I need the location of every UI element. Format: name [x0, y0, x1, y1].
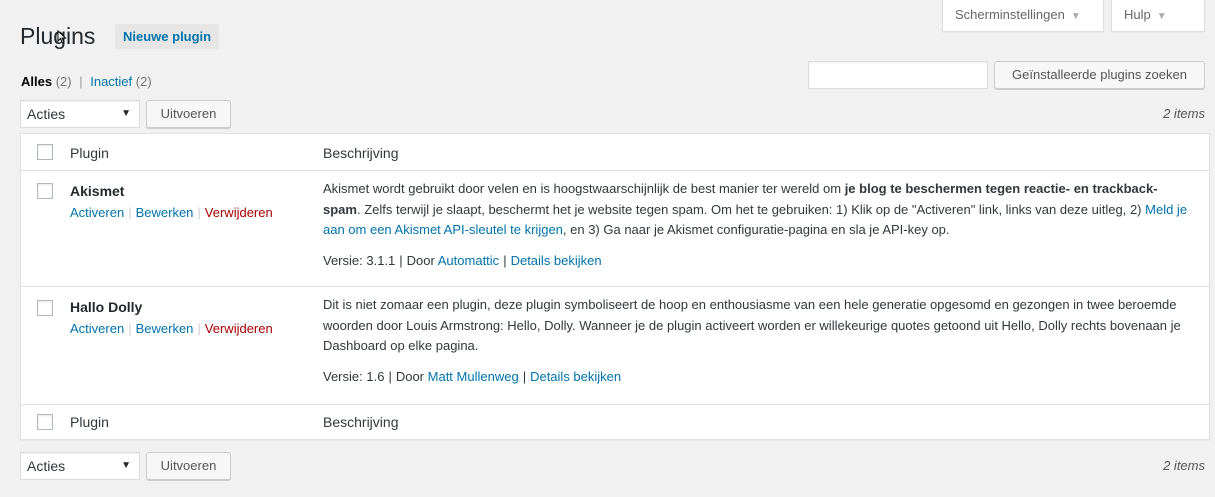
- filter-inactive-link[interactable]: Inactief: [90, 74, 132, 89]
- view-details-link[interactable]: Details bekijken: [530, 369, 621, 384]
- mouse-cursor-icon: [57, 30, 67, 44]
- apply-bulk-button-bottom[interactable]: Uitvoeren: [146, 452, 231, 480]
- plugin-meta: Versie: 3.1.1 | Door Automattic | Details be…: [323, 253, 602, 268]
- status-filters: Alles (2) | Inactief (2): [21, 74, 152, 89]
- plugin-checkbox[interactable]: [37, 300, 53, 316]
- delete-link[interactable]: Verwijderen: [205, 321, 273, 336]
- plugin-description: Dit is niet zomaar een plugin, deze plug…: [323, 295, 1195, 357]
- plugin-row-hello-dolly: Hallo Dolly Activeren | Bewerken | Verwijder…: [21, 287, 1209, 404]
- by-label: Door: [395, 369, 425, 384]
- screen-options-label: Scherminstellingen: [955, 7, 1065, 22]
- help-label: Hulp: [1124, 7, 1151, 22]
- view-details-link[interactable]: Details bekijken: [511, 253, 602, 268]
- filter-all-link[interactable]: Alles: [21, 74, 52, 89]
- edit-link[interactable]: Bewerken: [136, 205, 194, 220]
- bulk-actions-selected: Acties: [27, 458, 66, 474]
- column-header-description: Beschrijving: [323, 145, 399, 161]
- plugin-name: Akismet: [70, 183, 125, 199]
- description-text: . Zelfs terwijl je slaapt, beschermt het…: [356, 201, 1146, 217]
- table-footer-row: Plugin Beschrijving: [21, 404, 1209, 439]
- delete-link[interactable]: Verwijderen: [205, 205, 273, 220]
- filter-inactive-count: (2): [135, 74, 152, 89]
- meta-separator: |: [399, 253, 403, 268]
- plugin-name: Hallo Dolly: [70, 299, 143, 315]
- plugin-search-input[interactable]: [808, 61, 988, 89]
- plugin-description: Akismet wordt gebruikt door velen en is …: [323, 179, 1195, 241]
- column-footer-plugin[interactable]: Plugin: [70, 414, 109, 430]
- edit-link[interactable]: Bewerken: [136, 321, 194, 336]
- select-all-checkbox[interactable]: [37, 414, 53, 430]
- chevron-down-icon: ▼: [1070, 11, 1081, 22]
- column-header-plugin[interactable]: Plugin: [70, 145, 109, 161]
- search-plugins-button[interactable]: Geïnstalleerde plugins zoeken: [994, 61, 1205, 89]
- author-link[interactable]: Automattic: [438, 253, 499, 268]
- bulk-actions-select-bottom[interactable]: Acties ▼: [20, 452, 140, 480]
- select-all-checkbox[interactable]: [37, 144, 53, 160]
- add-new-plugin-button[interactable]: Nieuwe plugin: [115, 24, 220, 49]
- screen-options-tab[interactable]: Scherminstellingen ▼: [942, 0, 1104, 32]
- plugin-version: Versie: 1.6: [323, 369, 385, 384]
- description-text: Akismet wordt gebruikt door velen en is …: [323, 181, 845, 196]
- action-separator: |: [128, 321, 132, 336]
- filter-separator: |: [79, 74, 83, 89]
- meta-separator: |: [388, 369, 392, 384]
- plugin-row-actions: Activeren | Bewerken | Verwijderen: [70, 205, 273, 220]
- action-separator: |: [197, 321, 201, 336]
- filter-all-count: (2): [55, 74, 72, 89]
- apply-bulk-button-top[interactable]: Uitvoeren: [146, 100, 231, 128]
- bulk-actions-selected: Acties: [27, 106, 66, 122]
- chevron-down-icon: ▼: [1156, 11, 1167, 22]
- items-count-top: 2 items: [1163, 106, 1205, 121]
- by-label: Door: [406, 253, 435, 268]
- plugins-table: Plugin Beschrijving Akismet Activeren | Be…: [20, 133, 1210, 440]
- plugin-version: Versie: 3.1.1: [323, 253, 396, 268]
- activate-link[interactable]: Activeren: [70, 321, 124, 336]
- plugin-row-actions: Activeren | Bewerken | Verwijderen: [70, 321, 273, 336]
- action-separator: |: [197, 205, 201, 220]
- activate-link[interactable]: Activeren: [70, 205, 124, 220]
- action-separator: |: [128, 205, 132, 220]
- description-text: Dit is niet zomaar een plugin, deze plug…: [323, 297, 1181, 353]
- meta-separator: |: [522, 369, 527, 384]
- description-text: , en 3) Ga naar je Akismet configuratie-…: [562, 222, 950, 237]
- dropdown-arrow-icon: ▼: [121, 460, 131, 471]
- author-link[interactable]: Matt Mullenweg: [428, 369, 519, 384]
- plugin-meta: Versie: 1.6 | Door Matt Mullenweg | Details …: [323, 369, 621, 384]
- items-count-bottom: 2 items: [1163, 458, 1205, 473]
- column-footer-description: Beschrijving: [323, 414, 399, 430]
- table-header-row: Plugin Beschrijving: [21, 134, 1209, 171]
- bulk-actions-select-top[interactable]: Acties ▼: [20, 100, 140, 128]
- help-tab[interactable]: Hulp ▼: [1111, 0, 1205, 32]
- dropdown-arrow-icon: ▼: [121, 108, 131, 119]
- meta-separator: |: [503, 253, 507, 268]
- plugin-checkbox[interactable]: [37, 183, 53, 199]
- plugin-row-akismet: Akismet Activeren | Bewerken | Verwijderen A…: [21, 171, 1209, 287]
